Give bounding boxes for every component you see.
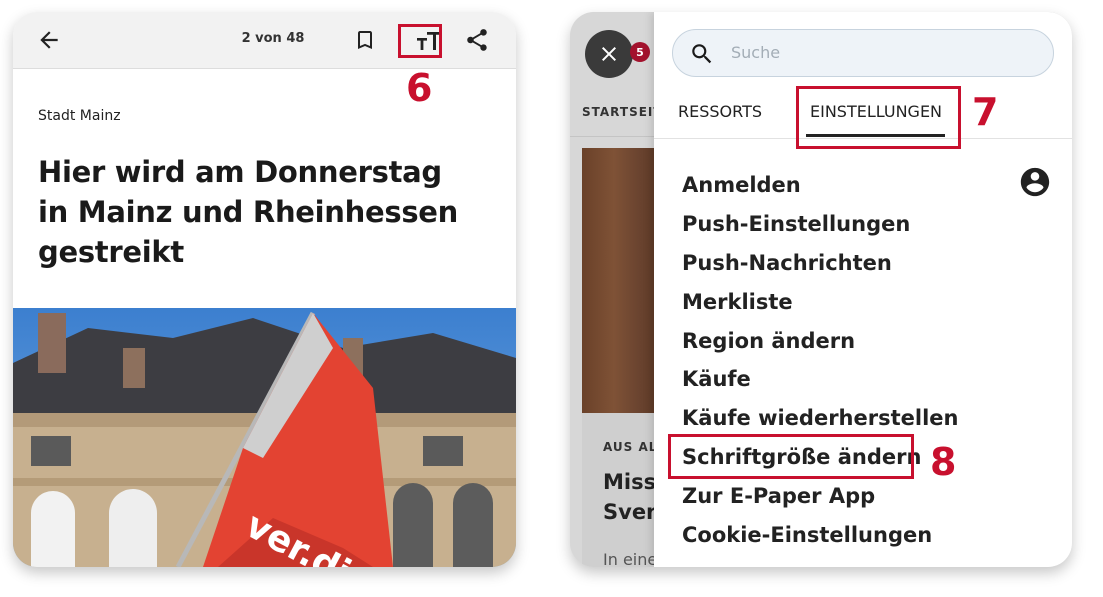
- back-button[interactable]: [33, 24, 65, 56]
- search-icon: [689, 41, 715, 67]
- highlight-font-size-button: [398, 24, 442, 58]
- menu-item-kaeufe[interactable]: Käufe: [682, 360, 958, 399]
- settings-menu: Anmelden Push-Einstellungen Push-Nachric…: [682, 166, 958, 555]
- background-article-teaser: In eine: [603, 550, 658, 567]
- background-article-kicker: AUS AL: [603, 440, 658, 454]
- menu-item-merkliste[interactable]: Merkliste: [682, 283, 958, 322]
- menu-item-push-nachrichten[interactable]: Push-Nachrichten: [682, 244, 958, 283]
- menu-item-push-einstellungen[interactable]: Push-Einstellungen: [682, 205, 958, 244]
- search-placeholder: Suche: [731, 43, 781, 62]
- share-icon: [467, 29, 487, 51]
- arrow-left-icon: [40, 31, 58, 49]
- menu-item-region-aendern[interactable]: Region ändern: [682, 322, 958, 361]
- callout-number-6: 6: [406, 66, 433, 110]
- article-photo: ver.di: [13, 308, 516, 567]
- close-menu-button[interactable]: [585, 30, 633, 78]
- account-circle-icon[interactable]: [1018, 165, 1052, 199]
- bookmark-button[interactable]: [351, 24, 379, 56]
- article-screen: 2 von 48 Stadt Mainz Hier wird am Donner…: [13, 12, 516, 567]
- callout-number-7: 7: [972, 90, 999, 134]
- menu-item-kaeufe-wiederherstellen[interactable]: Käufe wiederherstellen: [682, 399, 958, 438]
- highlight-schriftgroesse-item: [668, 434, 914, 479]
- share-button[interactable]: [462, 24, 492, 56]
- callout-number-8: 8: [930, 440, 957, 484]
- menu-item-e-paper-app[interactable]: Zur E-Paper App: [682, 477, 958, 516]
- menu-item-cookie-einstellungen[interactable]: Cookie-Einstellungen: [682, 516, 958, 555]
- tab-ressorts[interactable]: RESSORTS: [678, 102, 762, 121]
- background-article-image: [582, 148, 662, 413]
- close-icon: [602, 47, 616, 61]
- search-input[interactable]: Suche: [672, 29, 1054, 77]
- highlight-einstellungen-tab: [796, 86, 961, 149]
- bookmark-icon: [358, 31, 372, 49]
- notification-badge: 5: [630, 42, 650, 62]
- article-dateline: Stadt Mainz: [38, 108, 121, 124]
- page-counter: 2 von 48: [241, 31, 305, 46]
- menu-item-anmelden[interactable]: Anmelden: [682, 166, 958, 205]
- article-headline: Hier wird am Donnerstag in Mainz und Rhe…: [38, 155, 458, 269]
